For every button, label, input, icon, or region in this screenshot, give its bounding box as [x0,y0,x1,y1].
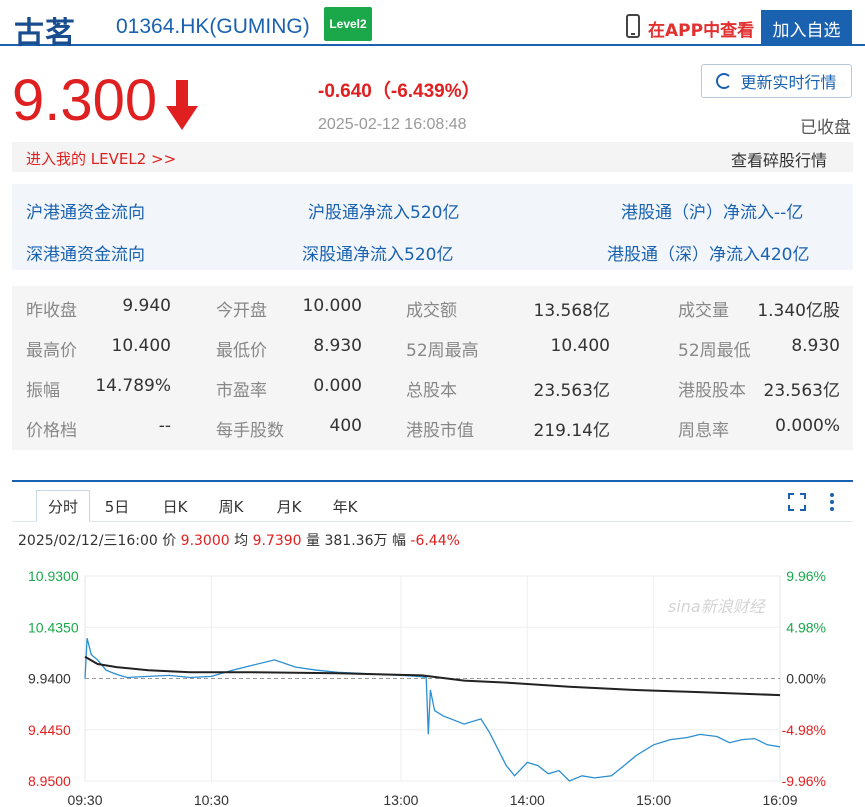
stat-value: 9.940 [122,296,171,316]
info-avg-label: 均 [234,533,249,549]
tab-yearly-k[interactable]: 年K [326,490,364,522]
current-price: 9.300 [12,68,158,133]
avg-line [84,655,781,697]
stats-table: 昨收盘 9.940 今开盘 10.000 成交额 13.568亿 成交量 1.3… [12,286,853,450]
stat-label: 市盈率 [216,381,267,401]
tab-intraday[interactable]: 分时 [36,490,90,522]
info-amp-label: 幅 [391,533,406,549]
more-icon[interactable] [830,493,834,511]
stat-label: 最低价 [216,341,267,361]
stat-value: -- [158,416,171,436]
stat-value: 0.000% [775,416,840,436]
down-arrow-icon [166,80,198,130]
info-avg: 9.7390 [252,533,302,549]
y-left-tick-label: 10.4350 [28,619,79,635]
y-left-tick-label: 8.9500 [28,773,71,789]
tab-weekly-k[interactable]: 周K [212,490,250,522]
market-status: 已收盘 [800,118,851,138]
stat-label: 昨收盘 [26,301,77,321]
stat-label: 成交额 [406,301,457,321]
tab-5day[interactable]: 5日 [100,490,134,522]
stat-label: 港股股本 [678,381,746,401]
stat-value: 219.14亿 [533,421,610,441]
tab-daily-k[interactable]: 日K [156,490,194,522]
stock-name: 古茗 [14,16,76,51]
tab-monthly-k[interactable]: 月K [270,490,308,522]
sh-flow-title[interactable]: 沪港通资金流向 [26,198,145,223]
x-tick-label: 15:00 [636,792,671,807]
sz-hk-inflow[interactable]: 港股通（深）净流入420亿 [607,240,809,265]
app-view-link[interactable]: 在APP中查看 [648,16,754,41]
capital-flow-box: 沪港通资金流向 沪股通净流入520亿 港股通（沪）净流入--亿 深港通资金流向 … [12,184,853,270]
stat-value: 1.340亿股 [757,301,840,321]
sh-net-inflow[interactable]: 沪股通净流入520亿 [308,198,459,223]
info-price: 9.3000 [180,533,230,549]
info-vol: 381.36万 [324,533,388,549]
stat-value: 10.400 [550,336,610,356]
add-watchlist-button[interactable]: 加入自选 [761,10,852,46]
stat-value: 23.563亿 [533,381,610,401]
stat-label: 每手股数 [216,421,284,441]
y-right-tick-label: -9.96% [782,773,826,789]
x-tick-label: 14:00 [510,792,545,807]
stat-label: 总股本 [406,381,457,401]
info-datetime: 2025/02/12/三16:00 [18,533,158,549]
y-right-tick-label: 0.00% [786,671,826,687]
info-vol-label: 量 [306,533,321,549]
refresh-quote-button[interactable]: 更新实时行情 [701,64,852,98]
x-tick-label: 16:09 [762,792,797,807]
sh-hk-inflow[interactable]: 港股通（沪）净流入--亿 [621,198,803,223]
x-tick-label: 09:30 [67,792,102,807]
intraday-chart: 10.9300 10.4350 9.9400 9.4450 8.9500 9.96% 4.9… [28,568,826,807]
stat-label: 最高价 [26,341,77,361]
y-left-tick-label: 9.4450 [28,722,71,738]
stat-value: 10.000 [302,296,362,316]
x-tick-label: 13:00 [383,792,418,807]
stat-value: 13.568亿 [533,301,610,321]
stat-label: 周息率 [678,421,729,441]
stat-value: 400 [329,416,362,436]
y-right-tick-label: 9.96% [786,568,826,584]
chart-info-bar: 2025/02/12/三16:00 价 9.3000 均 9.7390 量 38… [18,530,460,550]
stat-label: 振幅 [26,381,60,401]
sz-net-inflow[interactable]: 深股通净流入520亿 [302,240,453,265]
stat-value: 23.563亿 [763,381,840,401]
y-right-tick-label: -4.98% [782,722,826,738]
info-price-label: 价 [162,533,177,549]
stat-label: 52周最高 [406,341,479,361]
stat-label: 价格档 [26,421,77,441]
y-right-tick-label: 4.98% [786,619,826,635]
info-amp: -6.44% [410,533,460,549]
stat-label: 52周最低 [678,341,751,361]
stat-label: 今开盘 [216,301,267,321]
phone-icon [626,14,640,38]
fullscreen-icon[interactable] [788,493,806,511]
stat-value: 10.400 [111,336,171,356]
price-line [84,637,781,782]
x-tick-label: 10:30 [194,792,229,807]
stat-label: 港股市值 [406,421,474,441]
level2-badge[interactable]: Level2 [324,7,372,41]
stat-label: 成交量 [678,301,729,321]
page-header: 古茗 01364.HK(GUMING) Level2 在APP中查看 加入自选 [0,0,865,51]
stat-value: 8.930 [313,336,362,356]
sina-watermark: sina新浪财经 [668,597,767,616]
quote-timestamp: 2025-02-12 16:08:48 [318,116,467,133]
stat-value: 0.000 [313,376,362,396]
level2-bar: 进入我的 LEVEL2 >> 查看碎股行情 [12,142,853,172]
stock-code: 01364.HK(GUMING) [116,15,310,38]
sz-flow-title[interactable]: 深港通资金流向 [26,240,145,265]
stat-value: 8.930 [791,336,840,356]
y-left-tick-label: 10.9300 [28,568,79,584]
price-change: -0.640（-6.439%） [318,81,481,102]
odd-lot-link[interactable]: 查看碎股行情 [731,147,827,171]
refresh-label: 更新实时行情 [740,73,837,92]
y-left-tick-label: 9.9400 [28,671,71,687]
refresh-icon [716,73,733,89]
stat-value: 14.789% [95,376,171,396]
level2-link[interactable]: 进入我的 LEVEL2 >> [26,148,176,169]
chart-tabs: 分时 5日 日K 周K 月K 年K [12,482,853,522]
